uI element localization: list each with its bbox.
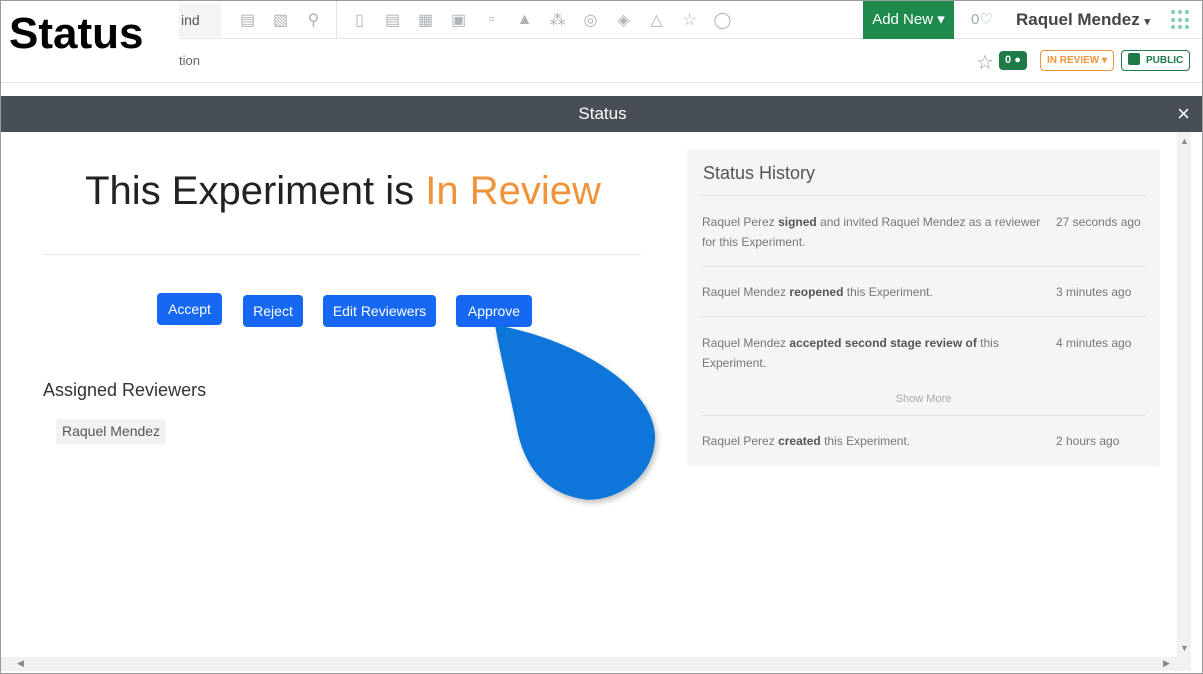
chart-icon[interactable]: ▧ (264, 1, 297, 39)
scroll-right-icon[interactable]: ▶ (1163, 658, 1170, 669)
visibility-label: PUBLIC (1146, 55, 1184, 66)
report-icon[interactable]: ▤ (231, 1, 264, 39)
star-icon[interactable]: ☆ (673, 1, 706, 39)
history-entry-text: Raquel Mendez accepted second stage revi… (702, 336, 999, 370)
history-entry-time: 27 seconds ago (1056, 215, 1141, 229)
history-entry-text: Raquel Perez created this Experiment. (702, 434, 911, 448)
notifications[interactable]: 0♡ (971, 10, 993, 28)
presentation-icon[interactable]: ▣ (442, 1, 475, 39)
app-window: ind ▤ ▧ ⚲ ▯ ▤ ▦ ▣ ▫ ▲ ⁂ ◎ ◈ △ ☆ ◯ Add Ne… (0, 0, 1203, 674)
headline-status: In Review (425, 169, 601, 213)
comments-count: 0 (1005, 54, 1012, 66)
status-badge[interactable]: IN REVIEW ▾ (1040, 50, 1115, 71)
apps-grid-icon[interactable] (1171, 10, 1191, 30)
history-entry-time: 2 hours ago (1056, 434, 1120, 448)
calendar-icon[interactable]: ▦ (409, 1, 442, 39)
reviewer-chip: Raquel Mendez (56, 419, 167, 444)
user-menu[interactable]: Raquel Mendez ▾ (1016, 10, 1150, 30)
scroll-up-icon[interactable]: ▲ (1180, 136, 1189, 146)
clipboard-icon[interactable]: ▤ (376, 1, 409, 39)
nav-divider (336, 1, 337, 39)
nav-icon-bar: ▤ ▧ ⚲ ▯ ▤ ▦ ▣ ▫ ▲ ⁂ ◎ ◈ △ ☆ ◯ (231, 1, 739, 39)
favorite-star-icon[interactable]: ☆ (976, 50, 994, 75)
reject-button[interactable]: Reject (243, 295, 303, 327)
divider (43, 254, 641, 255)
shield-icon[interactable]: ◈ (607, 1, 640, 39)
target-icon[interactable]: ◎ (574, 1, 607, 39)
history-entry-text: Raquel Perez signed and invited Raquel M… (702, 215, 1041, 249)
headline-prefix: This Experiment is (85, 169, 426, 213)
add-new-button[interactable]: Add New ▾ (863, 1, 954, 39)
history-entry-text: Raquel Mendez reopened this Experiment. (702, 285, 933, 299)
pointer-drop-shape (495, 325, 656, 500)
lab-icon[interactable]: ▲ (508, 1, 541, 39)
caret-down-icon: ▾ (1144, 16, 1151, 28)
divider (701, 195, 1146, 196)
add-new-label: Add New (872, 11, 934, 28)
jar-icon[interactable]: ▫ (475, 1, 508, 39)
breadcrumb[interactable]: tion (179, 53, 200, 68)
accept-button[interactable]: Accept (157, 293, 222, 325)
top-navbar: ind ▤ ▧ ⚲ ▯ ▤ ▦ ▣ ▫ ▲ ⁂ ◎ ◈ △ ☆ ◯ Add Ne… (1, 1, 1202, 39)
bell-icon: ♡ (979, 11, 993, 28)
lock-icon (1128, 53, 1140, 65)
status-history-panel: Status History Raquel Perez signed and i… (687, 149, 1160, 466)
horizontal-scrollbar[interactable]: ◀ ▶ (1, 657, 1191, 671)
show-more-link[interactable]: Show More (687, 393, 1160, 405)
modal-header: Status × (1, 96, 1202, 132)
modal-title: Status (578, 104, 627, 123)
close-icon[interactable]: × (1177, 96, 1190, 132)
network-icon[interactable]: ⁂ (541, 1, 574, 39)
scroll-left-icon[interactable]: ◀ (17, 658, 24, 669)
edit-reviewers-button[interactable]: Edit Reviewers (323, 295, 436, 327)
status-headline: This Experiment is In Review (43, 169, 643, 214)
notebook-icon[interactable]: ▯ (343, 1, 376, 39)
comment-icon: ● (1014, 54, 1021, 66)
search-icon[interactable]: ⚲ (297, 1, 330, 39)
experiment-subbar: tion ☆ 0 ● IN REVIEW ▾ PUBLIC (1, 39, 1202, 83)
status-badge-label: IN REVIEW (1047, 55, 1100, 66)
divider (701, 415, 1146, 416)
history-entry-time: 4 minutes ago (1056, 336, 1132, 350)
assigned-reviewers-title: Assigned Reviewers (43, 380, 207, 400)
vertical-scrollbar[interactable]: ▲ ▼ (1177, 132, 1191, 657)
visibility-badge[interactable]: PUBLIC (1121, 50, 1191, 71)
history-entry-time: 3 minutes ago (1056, 285, 1132, 299)
scroll-down-icon[interactable]: ▼ (1180, 643, 1189, 653)
caret-down-icon: ▾ (937, 11, 945, 28)
status-history-title: Status History (703, 163, 816, 183)
divider (701, 316, 1146, 317)
comments-badge[interactable]: 0 ● (999, 51, 1027, 70)
user-name: Raquel Mendez (1016, 10, 1140, 29)
divider (701, 266, 1146, 267)
flask-icon[interactable]: △ (640, 1, 673, 39)
caret-down-icon: ▾ (1102, 55, 1108, 66)
user-icon[interactable]: ◯ (706, 1, 739, 39)
overlay-title: Status (1, 1, 179, 61)
